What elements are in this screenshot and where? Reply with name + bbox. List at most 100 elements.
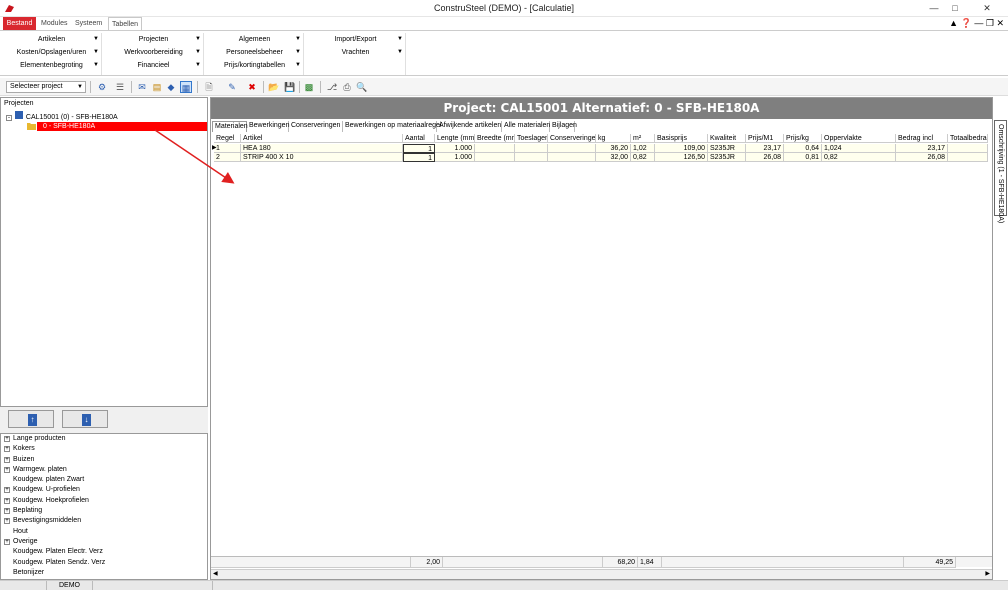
column-header[interactable]: Aantal — [403, 134, 435, 143]
category-item[interactable]: Betonijzer — [1, 568, 207, 578]
scroll-right-icon[interactable]: ▶ — [985, 570, 990, 577]
table-cell[interactable]: 1 — [403, 144, 435, 153]
column-header[interactable]: m² — [631, 134, 655, 143]
column-header[interactable]: Oppervlakte — [822, 134, 896, 143]
category-item[interactable]: Koudgew. Platen Sendz. Verz — [1, 558, 207, 568]
tab-systeem[interactable]: Systeem — [72, 17, 105, 30]
column-header[interactable]: Toeslagen — [515, 134, 548, 143]
column-header[interactable]: Regel — [214, 134, 241, 143]
table-cell[interactable]: 23,17 — [746, 144, 784, 153]
expand-icon[interactable]: + — [4, 436, 10, 442]
menu-vrachten[interactable]: Vrachten ▼ — [306, 46, 405, 59]
category-item[interactable]: Koudgew. Platen Electr. Verz — [1, 547, 207, 557]
new-document-icon[interactable]: 🗎 — [203, 81, 215, 93]
category-item[interactable]: + Warmgew. platen — [1, 465, 207, 475]
tab-bewerkingen[interactable]: Bewerkingen — [247, 121, 289, 132]
table-cell[interactable]: 109,00 — [655, 144, 708, 153]
move-up-button[interactable]: ↑ — [8, 410, 54, 428]
table-cell[interactable]: HEA 180 — [241, 144, 403, 153]
column-header[interactable]: Prijs/M1 — [746, 134, 784, 143]
close-button[interactable]: ✕ — [966, 0, 1008, 17]
table-cell[interactable]: 0,82 — [631, 153, 655, 162]
category-item[interactable]: + Lange producten — [1, 434, 207, 444]
export-icon[interactable]: ▤ — [151, 81, 163, 93]
menu-personeelsbeheer[interactable]: Personeelsbeheer ▼ — [206, 46, 303, 59]
maximize-button[interactable]: □ — [945, 0, 965, 17]
tab-bijlagen[interactable]: Bijlagen — [550, 121, 577, 132]
tab-conserveringen[interactable]: Conserveringen — [289, 121, 343, 132]
tab-modules[interactable]: Modules — [38, 17, 70, 30]
column-header[interactable]: Conserveringen — [548, 134, 596, 143]
table-cell[interactable]: 23,17 — [896, 144, 948, 153]
expand-icon[interactable]: + — [4, 446, 10, 453]
table-cell[interactable] — [515, 153, 548, 162]
table-cell[interactable] — [475, 144, 515, 153]
project-select[interactable]: Selecteer project ▼ — [6, 81, 86, 93]
collapse-ribbon-icon[interactable]: ▲ — [949, 18, 958, 28]
table-cell[interactable]: 32,00 — [596, 153, 631, 162]
tab-bestand[interactable]: Bestand — [3, 17, 36, 30]
table-cell[interactable]: 1.000 — [435, 153, 475, 162]
move-down-button[interactable]: ↓ — [62, 410, 108, 428]
table-cell[interactable]: 1,02 — [631, 144, 655, 153]
column-header[interactable]: Kwaliteit — [708, 134, 746, 143]
horizontal-scrollbar[interactable]: ◀ ▶ — [211, 569, 992, 579]
category-item[interactable]: + Buizen — [1, 455, 207, 465]
tab-tabellen[interactable]: Tabellen — [108, 17, 143, 30]
tab-afwijkende-artikelen[interactable]: Afwijkende artikelen — [437, 121, 502, 132]
expand-icon[interactable]: + — [4, 518, 10, 525]
category-item[interactable]: + Koudgew. Hoekprofielen — [1, 496, 207, 506]
mdi-restore-icon[interactable]: ❐ — [986, 18, 994, 28]
table-cell[interactable] — [548, 153, 596, 162]
menu-kosten-opslagen-uren[interactable]: Kosten/Opslagen/uren ▼ — [2, 46, 101, 59]
open-folder-icon[interactable]: 📂 — [268, 81, 280, 93]
table-cell[interactable]: 126,50 — [655, 153, 708, 162]
column-header[interactable]: Bedrag incl — [896, 134, 948, 143]
category-item[interactable]: + Kokers — [1, 444, 207, 454]
edit-icon[interactable]: ✎ — [226, 81, 238, 93]
table-cell[interactable]: 0,82 — [822, 153, 896, 162]
tree-root-item[interactable]: - CAL15001 (0) - SFB-HE180A — [6, 111, 118, 121]
table-cell[interactable]: 36,20 — [596, 144, 631, 153]
print-icon[interactable]: ⎙ — [341, 81, 353, 93]
expand-icon[interactable]: + — [4, 497, 10, 504]
table-cell[interactable] — [475, 153, 515, 162]
save-icon[interactable]: 💾 — [284, 81, 296, 93]
table-cell[interactable]: 1,024 — [822, 144, 896, 153]
minimize-button[interactable]: — — [924, 0, 944, 17]
list-icon[interactable]: ☰ — [114, 81, 126, 93]
mdi-minimize-icon[interactable]: — — [974, 18, 983, 28]
menu-algemeen[interactable]: Algemeen ▼ — [206, 33, 303, 46]
table-cell[interactable]: STRIP 400 X 10 — [241, 153, 403, 162]
expand-icon[interactable]: + — [4, 466, 10, 473]
menu-elementenbegroting[interactable]: Elementenbegroting ▼ — [2, 59, 101, 72]
table-cell[interactable]: S235JR — [708, 144, 746, 153]
table-cell[interactable] — [548, 144, 596, 153]
email-icon[interactable]: ✉ — [136, 81, 148, 93]
delete-icon[interactable]: ✖ — [246, 81, 258, 93]
menu-import-export[interactable]: Import/Export ▼ — [306, 33, 405, 46]
expand-icon[interactable]: + — [4, 456, 10, 463]
column-header[interactable]: Lengte (mm) — [435, 134, 475, 143]
column-header[interactable]: Basisprijs — [655, 134, 708, 143]
expand-icon[interactable]: + — [4, 487, 10, 494]
collapse-icon[interactable]: - — [6, 115, 12, 121]
expand-icon[interactable]: + — [4, 508, 10, 515]
category-item[interactable]: + Overige — [1, 537, 207, 547]
tab-materialen[interactable]: Materialen — [212, 121, 248, 132]
scroll-left-icon[interactable]: ◀ — [213, 570, 218, 577]
table-cell[interactable]: 0,64 — [784, 144, 822, 153]
excel-icon[interactable]: ▩ — [303, 81, 315, 93]
table-cell[interactable]: S235JR — [708, 153, 746, 162]
column-header[interactable]: Artikel — [241, 134, 403, 143]
table-cell[interactable]: 1.000 — [435, 144, 475, 153]
print-preview-icon[interactable]: 🔍 — [356, 81, 368, 93]
structure-icon[interactable]: ⚙ — [96, 81, 108, 93]
table-cell[interactable]: 26,08 — [746, 153, 784, 162]
column-header[interactable]: Prijs/kg — [784, 134, 822, 143]
table-cell[interactable]: 1 — [214, 144, 241, 153]
tree-child-item-selected[interactable]: 0 - SFB-HE180A — [37, 122, 207, 131]
table-cell[interactable]: 26,08 — [896, 153, 948, 162]
menu-projecten[interactable]: Projecten ▼ — [104, 33, 203, 46]
grid-view-icon[interactable]: ▦ — [180, 81, 192, 93]
